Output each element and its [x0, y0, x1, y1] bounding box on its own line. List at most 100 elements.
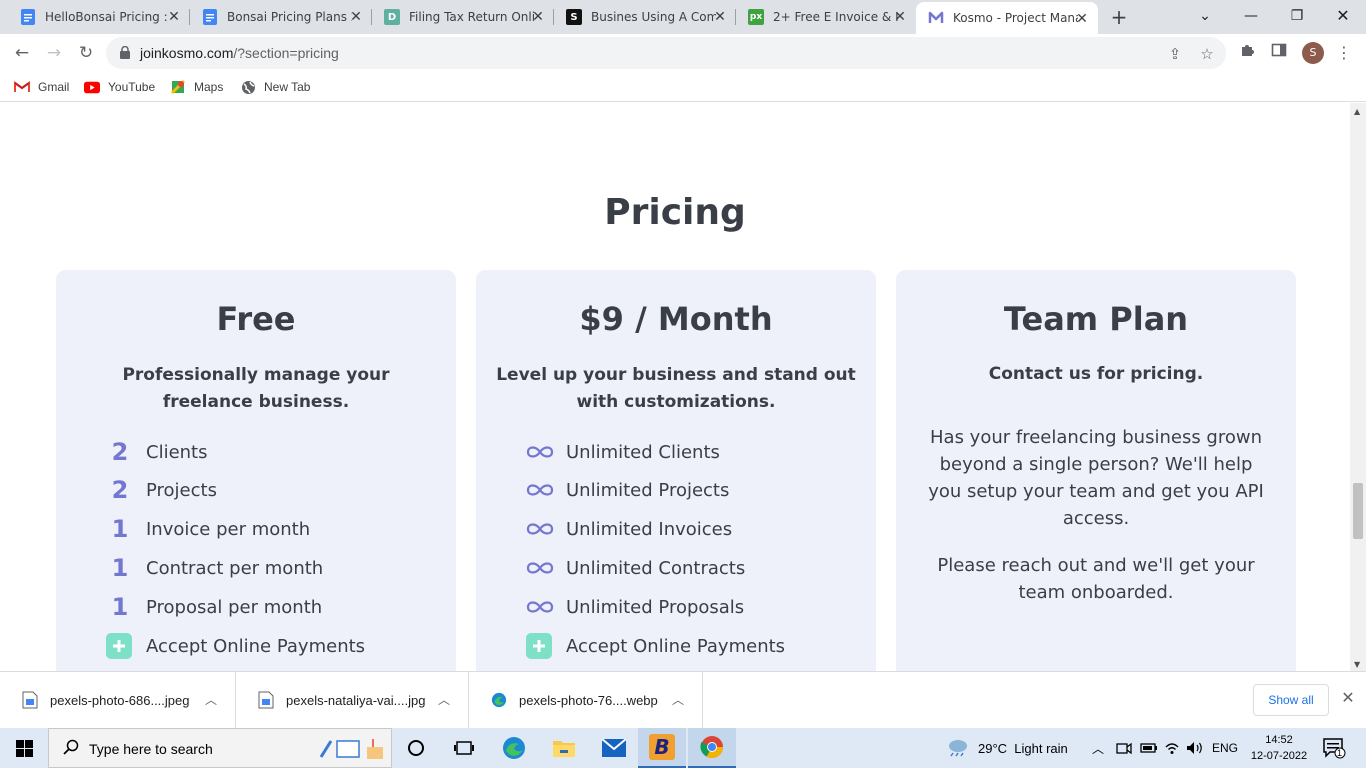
tab-title: Busines Using A Comp: [591, 10, 716, 24]
tab-title: Filing Tax Return Onlin: [409, 10, 534, 24]
svg-text:B: B: [654, 735, 669, 759]
tab-kosmo[interactable]: Kosmo - Project Mana ✕: [916, 2, 1098, 34]
weather-text: 29°C Light rain: [978, 740, 1068, 756]
tab-title: 2+ Free E Invoice & In: [773, 10, 898, 24]
reload-icon[interactable]: ↻: [74, 41, 98, 65]
chevron-up-icon[interactable]: ︿: [205, 691, 217, 708]
file-explorer-icon[interactable]: [540, 728, 588, 768]
feature-item: Unlimited Clients: [526, 437, 720, 467]
bookmark-gmail[interactable]: Gmail: [14, 77, 69, 97]
feature-count: 1: [111, 593, 129, 621]
cortana-circle-icon[interactable]: [392, 728, 440, 768]
close-tab-icon[interactable]: ✕: [1074, 11, 1090, 27]
feature-item: 2 Clients: [106, 437, 208, 467]
tab-business-company[interactable]: S Busines Using A Comp ✕: [554, 0, 736, 34]
restore-icon[interactable]: ❐: [1274, 0, 1320, 34]
meet-now-icon[interactable]: [1116, 728, 1132, 768]
download-item[interactable]: pexels-photo-76....webp ︿: [469, 672, 703, 728]
scroll-up-arrow-icon[interactable]: ▲: [1354, 107, 1360, 116]
clock-date: 12-07-2022: [1250, 750, 1308, 762]
infinity-icon: [526, 600, 566, 614]
language-indicator[interactable]: ENG: [1212, 728, 1238, 768]
d-logo-icon: D: [384, 9, 400, 25]
close-tab-icon[interactable]: ✕: [166, 9, 182, 25]
tab-strip: HelloBonsai Pricing : N ✕ Bonsai Pricing…: [0, 0, 1366, 34]
bookmark-youtube[interactable]: YouTube: [84, 77, 155, 97]
plan-title: $9 / Month: [579, 300, 773, 338]
feature-label: Proposal per month: [146, 596, 323, 618]
feature-label: Unlimited Projects: [566, 479, 730, 501]
minimize-icon[interactable]: —: [1228, 0, 1274, 34]
feature-item: 1 Invoice per month: [106, 514, 310, 544]
new-tab-icon[interactable]: +: [1108, 6, 1130, 28]
weather-widget[interactable]: 29°C Light rain: [946, 728, 1068, 768]
download-filename: pexels-photo-76....webp: [519, 692, 658, 708]
bookmark-star-icon[interactable]: ☆: [1198, 45, 1216, 63]
scroll-down-arrow-icon[interactable]: ▼: [1354, 660, 1360, 669]
tab-hellobonsai[interactable]: HelloBonsai Pricing : N ✕: [8, 0, 190, 34]
tab-free-invoice[interactable]: px 2+ Free E Invoice & In ✕: [736, 0, 916, 34]
taskbar-search-box[interactable]: Type here to search: [48, 728, 392, 768]
close-tab-icon[interactable]: ✕: [712, 9, 728, 25]
chevron-up-icon[interactable]: ︿: [438, 691, 450, 708]
profile-avatar[interactable]: S: [1302, 42, 1324, 64]
edge-browser-icon[interactable]: [490, 728, 538, 768]
bonsai-b-app-icon[interactable]: B: [638, 728, 686, 768]
tab-search-chevron-icon[interactable]: ⌄: [1182, 0, 1228, 34]
bookmark-maps[interactable]: Maps: [170, 77, 223, 97]
edge-file-icon: [491, 692, 507, 708]
feature-item: 2 Projects: [106, 475, 217, 505]
youtube-icon: [84, 79, 100, 95]
close-tab-icon[interactable]: ✕: [892, 9, 908, 25]
show-all-button[interactable]: Show all: [1253, 684, 1329, 716]
tab-bonsai-plans[interactable]: Bonsai Pricing Plans 20 ✕: [190, 0, 372, 34]
feature-item: Unlimited Invoices: [526, 514, 732, 544]
search-highlight-doodle-icon: [317, 735, 387, 767]
taskbar-clock[interactable]: 14:52 12-07-2022: [1244, 732, 1314, 764]
feature-item: Accept Online Payments: [106, 631, 365, 661]
menu-kebab-icon[interactable]: ⋮: [1336, 42, 1352, 64]
url-text[interactable]: joinkosmo.com/?section=pricing: [140, 45, 339, 61]
browser-toolbar: ← → ↻ joinkosmo.com/?section=pricing ⇪ ☆…: [0, 34, 1366, 72]
plus-icon: [526, 633, 552, 659]
download-item[interactable]: pexels-nataliya-vai....jpg ︿: [236, 672, 469, 728]
task-view-icon[interactable]: [440, 728, 488, 768]
feature-label: Unlimited Invoices: [566, 518, 733, 540]
search-placeholder: Type here to search: [89, 741, 213, 757]
maps-icon: [170, 79, 186, 95]
bookmark-label: New Tab: [264, 80, 311, 94]
download-item[interactable]: pexels-photo-686....jpeg ︿: [0, 672, 236, 728]
infinity-icon: [526, 445, 566, 459]
chevron-up-icon[interactable]: ︿: [672, 691, 684, 708]
close-window-icon[interactable]: ✕: [1320, 0, 1366, 34]
volume-icon[interactable]: [1186, 728, 1204, 768]
feature-count: 1: [111, 554, 129, 582]
close-download-bar-icon[interactable]: ✕: [1338, 688, 1358, 710]
scrollbar-thumb[interactable]: [1353, 483, 1363, 539]
rain-cloud-icon: [946, 737, 970, 760]
mail-icon[interactable]: [590, 728, 638, 768]
extensions-puzzle-icon[interactable]: [1236, 42, 1258, 64]
side-panel-icon[interactable]: [1268, 42, 1290, 64]
page-scrollbar[interactable]: ▲ ▼: [1350, 103, 1366, 671]
image-file-icon: [258, 691, 274, 709]
battery-icon[interactable]: [1140, 728, 1158, 768]
close-tab-icon[interactable]: ✕: [348, 9, 364, 25]
show-hidden-icons-chevron-icon[interactable]: ︿: [1092, 728, 1104, 768]
feature-label: Projects: [146, 479, 217, 501]
google-docs-icon: [202, 9, 218, 25]
plus-icon: [106, 633, 132, 659]
bookmark-new-tab[interactable]: New Tab: [240, 77, 310, 97]
address-bar[interactable]: joinkosmo.com/?section=pricing ⇪ ☆: [106, 37, 1226, 69]
back-icon[interactable]: ←: [10, 41, 34, 65]
tab-filing-tax[interactable]: D Filing Tax Return Onlin ✕: [372, 0, 554, 34]
chrome-browser-icon[interactable]: [688, 728, 736, 768]
notification-center-icon[interactable]: 1: [1322, 728, 1346, 768]
download-bar: pexels-photo-686....jpeg ︿ pexels-natali…: [0, 671, 1366, 728]
share-icon[interactable]: ⇪: [1166, 45, 1184, 63]
wifi-icon[interactable]: [1164, 728, 1180, 768]
download-filename: pexels-photo-686....jpeg: [50, 692, 190, 708]
windows-start-icon[interactable]: [0, 728, 48, 768]
close-tab-icon[interactable]: ✕: [530, 9, 546, 25]
forward-icon[interactable]: →: [42, 41, 66, 65]
